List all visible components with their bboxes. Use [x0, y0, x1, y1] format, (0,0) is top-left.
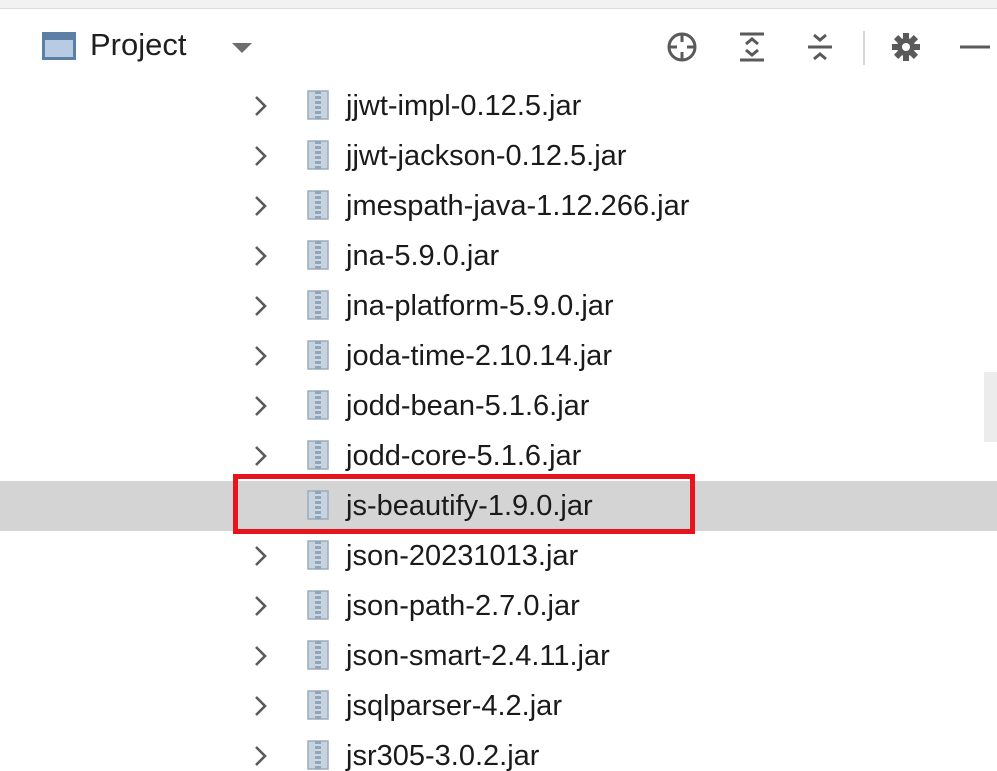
tree-item-label: jjwt-impl-0.12.5.jar: [346, 90, 582, 122]
jar-file-icon: [307, 240, 329, 270]
tree-item[interactable]: jsqlparser-4.2.jar: [0, 681, 997, 731]
tree-item[interactable]: json-20231013.jar: [0, 531, 997, 581]
chevron-right-icon[interactable]: [251, 95, 271, 117]
chevron-right-icon[interactable]: [251, 245, 271, 267]
chevron-right-icon[interactable]: [251, 145, 271, 167]
jar-file-icon: [307, 540, 329, 570]
gear-icon[interactable]: [888, 29, 924, 65]
jar-file-icon: [307, 340, 329, 370]
tree-item-label: jjwt-jackson-0.12.5.jar: [346, 140, 627, 172]
jar-file-icon: [307, 590, 329, 620]
tree-item[interactable]: json-smart-2.4.11.jar: [0, 631, 997, 681]
hide-icon[interactable]: [955, 29, 991, 65]
vertical-scrollbar-thumb[interactable]: [984, 372, 997, 442]
tree-item[interactable]: joda-time-2.10.14.jar: [0, 331, 997, 381]
chevron-right-icon[interactable]: [251, 195, 271, 217]
chevron-right-icon[interactable]: [251, 545, 271, 567]
chevron-right-icon[interactable]: [251, 295, 271, 317]
tree-item-label: jodd-bean-5.1.6.jar: [346, 390, 590, 422]
panel-title[interactable]: Project: [90, 25, 186, 65]
tree-item-label: jna-platform-5.9.0.jar: [346, 290, 614, 322]
chevron-right-icon[interactable]: [251, 595, 271, 617]
jar-file-icon: [307, 640, 329, 670]
chevron-right-icon[interactable]: [251, 445, 271, 467]
toolbar-divider: [863, 31, 865, 65]
tree-item-label: jmespath-java-1.12.266.jar: [346, 190, 690, 222]
expand-all-icon[interactable]: [734, 29, 770, 65]
panel-top-border: [0, 0, 997, 9]
jar-file-icon: [307, 290, 329, 320]
jar-file-icon: [307, 90, 329, 120]
jar-file-icon: [307, 740, 329, 770]
tree-item-label: jsqlparser-4.2.jar: [346, 690, 562, 722]
tree-item-label: json-smart-2.4.11.jar: [346, 640, 610, 672]
chevron-right-icon[interactable]: [251, 395, 271, 417]
tree-item[interactable]: jjwt-jackson-0.12.5.jar: [0, 131, 997, 181]
tree-item[interactable]: jna-platform-5.9.0.jar: [0, 281, 997, 331]
jar-file-icon: [307, 690, 329, 720]
tree-item-label: jodd-core-5.1.6.jar: [346, 440, 582, 472]
jar-file-icon: [307, 440, 329, 470]
chevron-right-icon[interactable]: [251, 695, 271, 717]
panel-toolbar: Project: [0, 9, 997, 83]
tree-item[interactable]: jodd-bean-5.1.6.jar: [0, 381, 997, 431]
collapse-all-icon[interactable]: [802, 29, 838, 65]
locate-icon[interactable]: [664, 29, 700, 65]
tree-item[interactable]: jmespath-java-1.12.266.jar: [0, 181, 997, 231]
tree-item[interactable]: json-path-2.7.0.jar: [0, 581, 997, 631]
tree-item[interactable]: jsr305-3.0.2.jar: [0, 731, 997, 771]
tree-item[interactable]: jna-5.9.0.jar: [0, 231, 997, 281]
tree-item-label: joda-time-2.10.14.jar: [346, 340, 612, 372]
project-panel: Project jjwt-impl-0.12.5.jar jjwt-jackso…: [0, 0, 997, 771]
tree-item[interactable]: jjwt-impl-0.12.5.jar: [0, 81, 997, 131]
jar-file-icon: [307, 390, 329, 420]
annotation-highlight-box: [233, 474, 695, 534]
tree-item-label: json-20231013.jar: [346, 540, 579, 572]
tree-item-label: jna-5.9.0.jar: [346, 240, 500, 272]
caret-down-icon[interactable]: [232, 43, 252, 53]
jar-file-icon: [307, 140, 329, 170]
project-view-icon: [42, 32, 76, 60]
chevron-right-icon[interactable]: [251, 745, 271, 767]
chevron-right-icon[interactable]: [251, 345, 271, 367]
tree-item-label: json-path-2.7.0.jar: [346, 590, 580, 622]
chevron-right-icon[interactable]: [251, 645, 271, 667]
jar-file-icon: [307, 190, 329, 220]
tree-item-label: jsr305-3.0.2.jar: [346, 740, 540, 771]
